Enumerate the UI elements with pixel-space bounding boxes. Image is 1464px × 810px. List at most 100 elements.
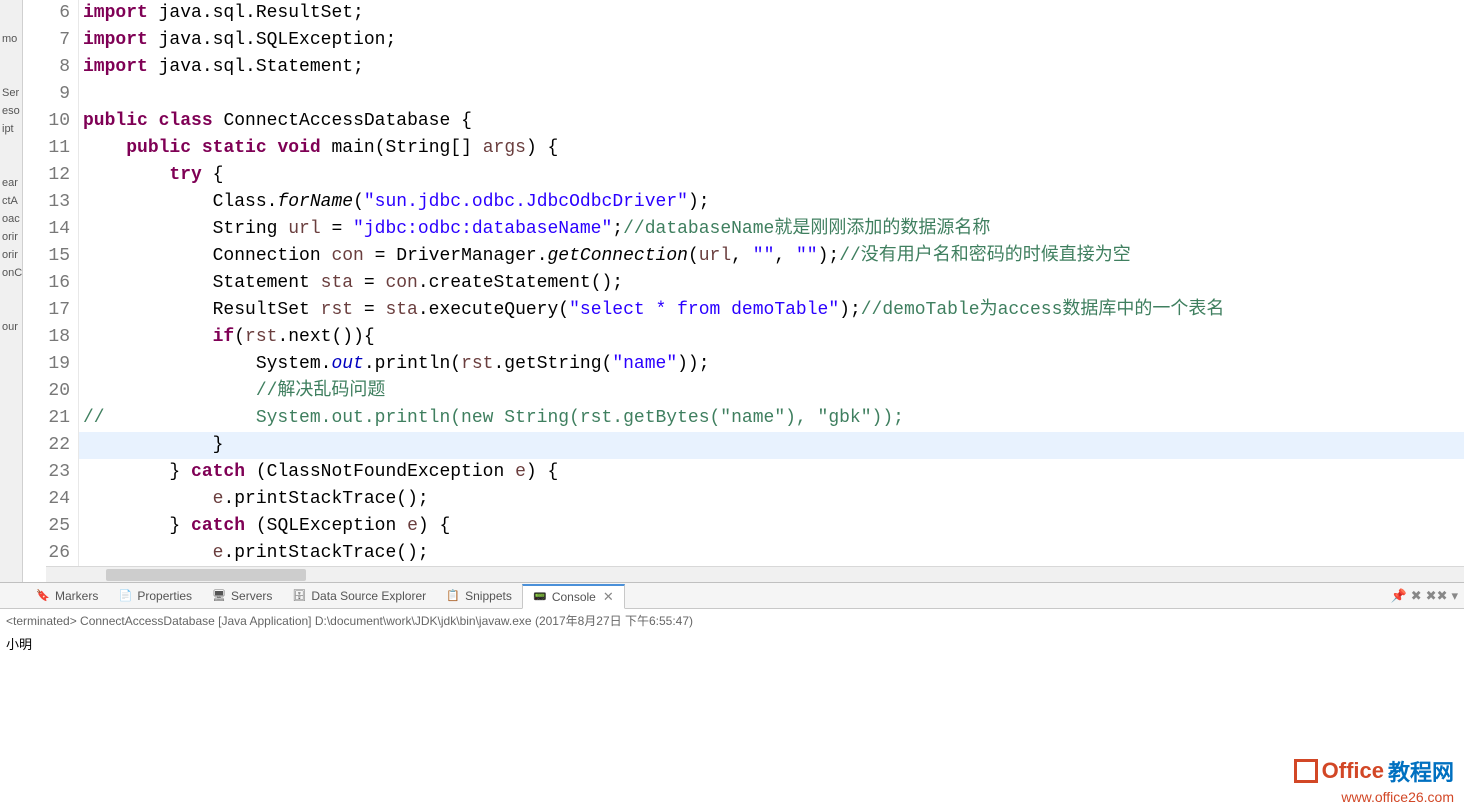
pin-icon[interactable]: 📌 (1391, 588, 1407, 604)
watermark-suffix: 教程网 (1388, 755, 1454, 787)
line-number: 15 (23, 243, 70, 270)
tab-label: Data Source Explorer (311, 589, 426, 603)
tab-properties[interactable]: 📄 Properties (108, 583, 202, 608)
line-number: 13 (23, 189, 70, 216)
left-view-stack: moSeresoiptearctAoacorirorironCour (0, 0, 23, 582)
tab-console[interactable]: 📟 Console ✕ (522, 584, 625, 609)
sidebar-view-label[interactable]: orir (0, 246, 22, 264)
console-output[interactable]: 小明 (0, 632, 1464, 810)
line-number: 26 (23, 540, 70, 567)
sidebar-view-label[interactable] (0, 282, 22, 300)
code-line[interactable] (79, 81, 1464, 108)
line-number: 10 (23, 108, 70, 135)
tab-label: Servers (231, 589, 272, 603)
line-number: 9 (23, 81, 70, 108)
line-number: 11 (23, 135, 70, 162)
line-number: 17 (23, 297, 70, 324)
sidebar-view-label[interactable]: eso (0, 102, 22, 120)
line-number: 14 (23, 216, 70, 243)
remove-icon[interactable]: ✖ (1411, 588, 1422, 604)
code-line[interactable]: Connection con = DriverManager.getConnec… (79, 243, 1464, 270)
sidebar-view-label[interactable]: ctA (0, 192, 22, 210)
console-icon: 📟 (533, 590, 547, 604)
code-line[interactable]: if(rst.next()){ (79, 324, 1464, 351)
code-line[interactable]: import java.sql.Statement; (79, 54, 1464, 81)
line-number: 20 (23, 378, 70, 405)
sidebar-view-label[interactable] (0, 300, 22, 318)
line-number: 23 (23, 459, 70, 486)
tab-label: Snippets (465, 589, 512, 603)
code-line[interactable]: String url = "jdbc:odbc:databaseName";//… (79, 216, 1464, 243)
bottom-panel: 🔖 Markers 📄 Properties 🖥 Servers 🗄 Data Source … (0, 583, 1464, 810)
line-number: 12 (23, 162, 70, 189)
code-line[interactable]: import java.sql.ResultSet; (79, 0, 1464, 27)
database-icon: 🗄 (292, 589, 306, 603)
remove-all-icon[interactable]: ✖✖ (1426, 588, 1448, 604)
horizontal-scrollbar[interactable] (46, 566, 1464, 582)
line-number-gutter: 67891011121314151617181920212223242526 (23, 0, 79, 582)
tab-label: Properties (137, 589, 192, 603)
sidebar-view-label[interactable]: Ser (0, 84, 22, 102)
code-content[interactable]: import java.sql.ResultSet;import java.sq… (79, 0, 1464, 582)
properties-icon: 📄 (118, 589, 132, 603)
code-line[interactable]: System.out.println(rst.getString("name")… (79, 351, 1464, 378)
tab-markers[interactable]: 🔖 Markers (26, 583, 108, 608)
watermark-main: Office (1322, 758, 1384, 784)
line-number: 19 (23, 351, 70, 378)
code-line[interactable]: Class.forName("sun.jdbc.odbc.JdbcOdbcDri… (79, 189, 1464, 216)
watermark: Office教程网 www.office26.com (1294, 755, 1454, 805)
sidebar-view-label[interactable] (0, 48, 22, 66)
line-number: 24 (23, 486, 70, 513)
sidebar-view-label[interactable]: ear (0, 174, 22, 192)
console-toolbar: 📌 ✖ ✖✖ ▾ (1391, 588, 1458, 604)
tab-dse[interactable]: 🗄 Data Source Explorer (282, 583, 436, 608)
tab-snippets[interactable]: 📋 Snippets (436, 583, 522, 608)
line-number: 7 (23, 27, 70, 54)
sidebar-view-label[interactable]: our (0, 318, 22, 336)
views-tab-bar: 🔖 Markers 📄 Properties 🖥 Servers 🗄 Data Source … (0, 583, 1464, 609)
code-line[interactable]: try { (79, 162, 1464, 189)
sidebar-view-label[interactable]: onC (0, 264, 22, 282)
code-line[interactable]: ResultSet rst = sta.executeQuery("select… (79, 297, 1464, 324)
line-number: 16 (23, 270, 70, 297)
tab-label: Markers (55, 589, 98, 603)
code-line[interactable]: } catch (ClassNotFoundException e) { (79, 459, 1464, 486)
code-line[interactable]: // System.out.println(new String(rst.get… (79, 405, 1464, 432)
close-icon[interactable]: ✕ (603, 589, 614, 605)
code-line[interactable]: public class ConnectAccessDatabase { (79, 108, 1464, 135)
servers-icon: 🖥 (212, 589, 226, 603)
sidebar-view-label[interactable]: oac (0, 210, 22, 228)
menu-icon[interactable]: ▾ (1451, 588, 1458, 604)
bookmark-icon: 🔖 (36, 589, 50, 603)
code-line[interactable]: public static void main(String[] args) { (79, 135, 1464, 162)
snippets-icon: 📋 (446, 589, 460, 603)
line-number: 25 (23, 513, 70, 540)
watermark-title: Office教程网 (1294, 755, 1454, 787)
line-number: 22 (23, 432, 70, 459)
code-line[interactable]: //解决乱码问题 (79, 378, 1464, 405)
code-line[interactable]: import java.sql.SQLException; (79, 27, 1464, 54)
code-line[interactable]: } (79, 432, 1464, 459)
code-line[interactable]: e.printStackTrace(); (79, 486, 1464, 513)
line-number: 18 (23, 324, 70, 351)
tab-label: Console (552, 590, 596, 604)
sidebar-view-label[interactable]: orir (0, 228, 22, 246)
sidebar-view-label[interactable]: mo (0, 30, 22, 48)
line-number: 21 (23, 405, 70, 432)
line-number: 6 (23, 0, 70, 27)
office-logo-icon (1294, 759, 1318, 783)
code-editor[interactable]: 67891011121314151617181920212223242526 i… (23, 0, 1464, 582)
code-line[interactable]: } catch (SQLException e) { (79, 513, 1464, 540)
sidebar-view-label[interactable]: ipt (0, 120, 22, 138)
code-line[interactable]: e.printStackTrace(); (79, 540, 1464, 567)
editor-container: moSeresoiptearctAoacorirorironCour 67891… (0, 0, 1464, 583)
sidebar-view-label[interactable] (0, 138, 22, 156)
sidebar-view-label[interactable] (0, 66, 22, 84)
tab-servers[interactable]: 🖥 Servers (202, 583, 282, 608)
sidebar-view-label[interactable] (0, 156, 22, 174)
line-number: 8 (23, 54, 70, 81)
watermark-url: www.office26.com (1294, 789, 1454, 805)
code-line[interactable]: Statement sta = con.createStatement(); (79, 270, 1464, 297)
console-process-header: <terminated> ConnectAccessDatabase [Java… (0, 609, 1464, 632)
scrollbar-thumb[interactable] (106, 569, 306, 581)
